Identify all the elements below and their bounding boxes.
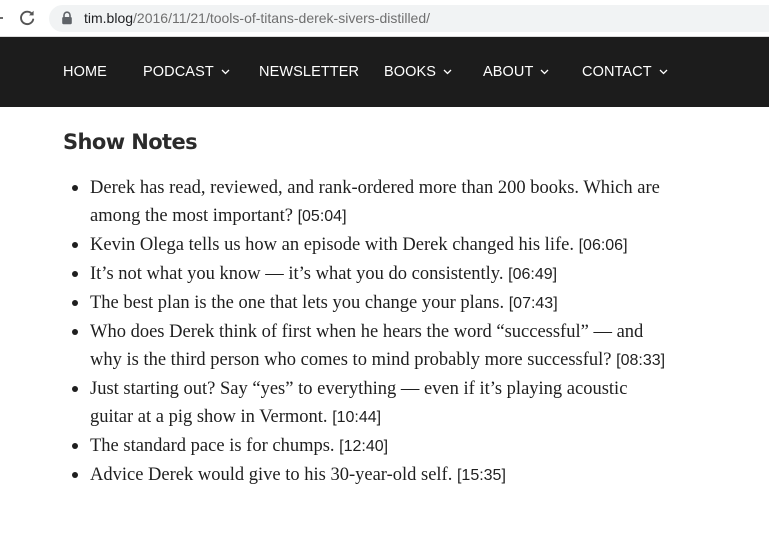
show-notes-list: Derek has read, reviewed, and rank-order… [72, 174, 670, 490]
bullet [72, 300, 78, 306]
list-item: Advice Derek would give to his 30-year-o… [72, 461, 670, 490]
chevron-down-icon [540, 69, 549, 75]
site-nav: HOME PODCAST NEWSLETTER BOOKS ABOUT CONT… [0, 37, 769, 107]
nav-books-label: BOOKS [384, 64, 437, 80]
note-text: Derek has read, reviewed, and rank-order… [90, 178, 660, 226]
reload-button[interactable] [15, 7, 39, 29]
note-text: Advice Derek would give to his 30-year-o… [90, 465, 453, 485]
chevron-down-icon [659, 69, 668, 75]
reload-icon [20, 10, 35, 26]
bullet [72, 386, 78, 392]
timestamp: [06:06] [578, 237, 628, 254]
lock-icon[interactable] [61, 11, 73, 25]
note-text: Who does Derek think of first when he he… [90, 322, 644, 370]
bullet [72, 185, 78, 191]
nav-home[interactable]: HOME [63, 37, 107, 107]
nav-contact-label: CONTACT [582, 64, 652, 80]
url-text[interactable]: tim.blog/2016/11/21/tools-of-titans-dere… [84, 10, 430, 27]
chevron-down-icon [221, 69, 230, 75]
address-bar[interactable]: tim.blog/2016/11/21/tools-of-titans-dere… [49, 5, 769, 32]
url-path: /2016/11/21/tools-of-titans-derek-sivers… [133, 10, 431, 26]
bullet [72, 443, 78, 449]
nav-podcast[interactable]: PODCAST [143, 37, 230, 107]
show-notes-heading: Show Notes [63, 130, 198, 154]
timestamp: [10:44] [332, 409, 382, 426]
list-item: It’s not what you know — it’s what you d… [72, 260, 670, 289]
nav-newsletter[interactable]: NEWSLETTER [259, 37, 359, 107]
note-text: The best plan is the one that lets you c… [90, 293, 505, 313]
list-item: Who does Derek think of first when he he… [72, 318, 670, 375]
bullet [72, 472, 78, 478]
bullet [72, 242, 78, 248]
url-host: tim.blog [84, 10, 134, 26]
timestamp: [15:35] [456, 467, 506, 484]
nav-newsletter-label: NEWSLETTER [259, 64, 360, 80]
nav-home-label: HOME [63, 64, 107, 80]
list-item: Just starting out? Say “yes” to everythi… [72, 375, 670, 432]
chevron-down-icon [443, 69, 452, 75]
timestamp: [07:43] [508, 295, 558, 312]
list-item: The best plan is the one that lets you c… [72, 289, 670, 318]
list-item: Derek has read, reviewed, and rank-order… [72, 174, 670, 231]
bullet [72, 329, 78, 335]
nav-about[interactable]: ABOUT [483, 37, 549, 107]
timestamp: [06:49] [508, 266, 558, 283]
timestamp: [08:33] [616, 352, 666, 369]
note-text: The standard pace is for chumps. [90, 436, 335, 456]
bullet [72, 271, 78, 277]
nav-contact[interactable]: CONTACT [582, 37, 668, 107]
note-text: Kevin Olega tells us how an episode with… [90, 235, 574, 255]
list-item: Kevin Olega tells us how an episode with… [72, 231, 670, 260]
nav-books[interactable]: BOOKS [384, 37, 452, 107]
browser-toolbar: tim.blog/2016/11/21/tools-of-titans-dere… [0, 0, 769, 37]
list-item: The standard pace is for chumps. [12:40] [72, 432, 670, 461]
note-text: It’s not what you know — it’s what you d… [90, 264, 504, 284]
back-button-fragment[interactable] [0, 17, 3, 19]
nav-podcast-label: PODCAST [143, 64, 214, 80]
nav-about-label: ABOUT [483, 64, 534, 80]
timestamp: [05:04] [297, 208, 347, 225]
timestamp: [12:40] [339, 438, 389, 455]
